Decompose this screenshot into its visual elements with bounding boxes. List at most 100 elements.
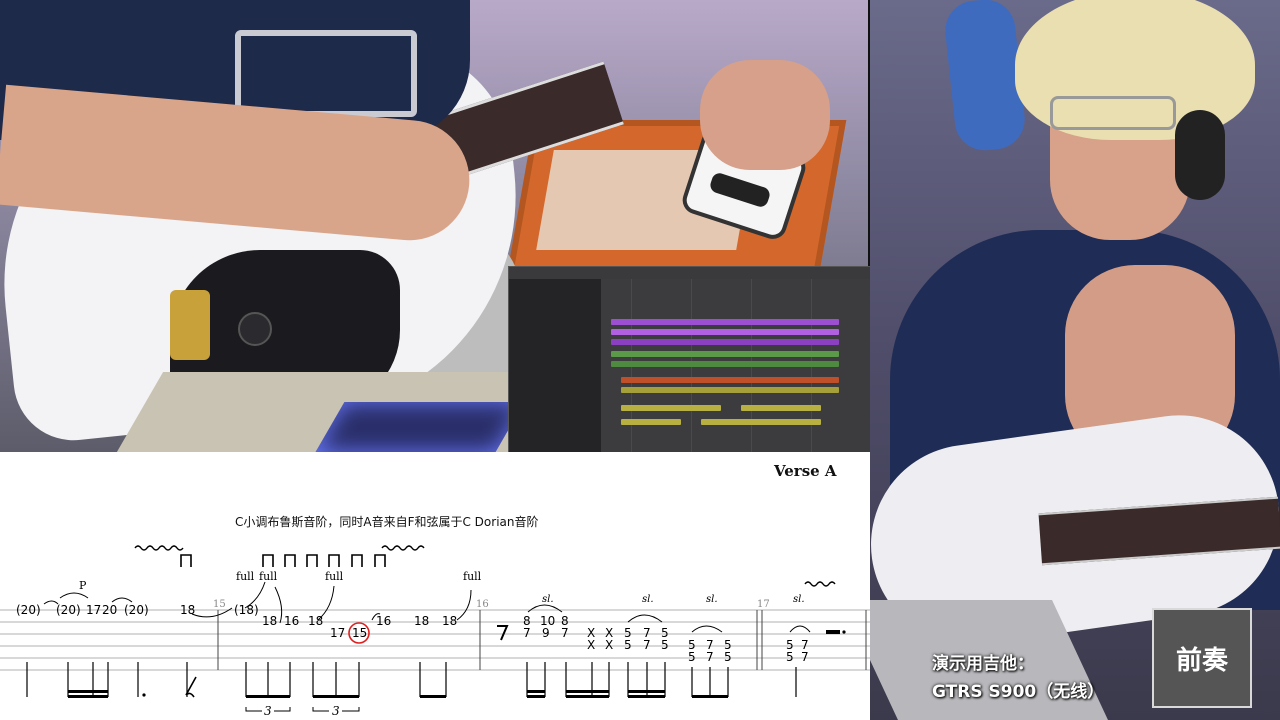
tab-staff: 15 16 17 full full full full P sl. sl. s… [0,545,870,718]
triplet-bracket [245,707,262,712]
daw-region [741,405,821,411]
measure-number: 17 [757,599,770,610]
fret: 20 [102,603,117,617]
flag [306,554,318,567]
fret: 18 [262,614,277,628]
tablature-panel: Verse A C小调布鲁斯音阶，同时A音来自F和弦属于C Dorian音阶 1… [0,452,870,720]
fret: 16 [376,614,391,628]
fret: 7 [801,650,809,664]
headset [1175,110,1225,200]
caption-line-1: 演示用吉他： [932,654,1034,674]
flag [262,554,274,567]
vibrato-mark [381,545,425,551]
glasses [1050,96,1176,130]
triplet-number: 3 [332,704,340,718]
guitar-bridge [170,290,210,360]
beam [566,690,609,693]
flag [351,554,363,567]
fret: 7 [643,638,651,652]
beam [628,690,665,693]
slur [627,614,663,623]
rest [826,630,840,634]
daw-region [701,419,821,425]
fret: 5 [624,638,632,652]
note-stems [26,662,797,697]
daw-toolbar [509,267,871,279]
bend-label: full [236,570,255,583]
slide-label: sl. [542,594,554,605]
fret: 16 [284,614,299,628]
fret: 5 [724,650,732,664]
bend-label: full [463,570,482,583]
beam [527,690,545,693]
beam [628,695,665,698]
slide-label: sl. [642,594,654,605]
flag [328,554,340,567]
slur [789,625,811,633]
triplet-bracket [274,707,291,712]
beam [68,695,108,698]
slur [527,604,563,613]
vibrato-mark [804,581,836,587]
daw-region [611,329,839,335]
beam [566,695,609,698]
flag [180,554,192,567]
guitar-knob [238,312,272,346]
fret: 18 [414,614,429,628]
fret: 18 [442,614,457,628]
daw-region [621,377,839,383]
rhythm-flags [180,554,386,567]
daw-region [621,387,839,393]
triplet-bracket [312,707,329,712]
slur [111,597,133,603]
fret: (20) [16,603,41,617]
dead-note: X [605,638,613,652]
daw-region [611,361,839,367]
shirt-print [235,30,417,117]
fret: 7 [706,650,714,664]
caption-line-2: GTRS S900（无线） [932,682,1105,702]
triplet-number: 3 [264,704,272,718]
beam [692,695,728,698]
fret: 5 [661,638,669,652]
beam [420,695,446,698]
fret: (18) [234,603,259,617]
beam [246,695,290,698]
keyboard-keys [315,402,525,452]
performer-hand [700,60,830,170]
bend-label: full [259,570,278,583]
fret: 5 [688,650,696,664]
bend-label: full [325,570,344,583]
eighth-rest [497,625,509,641]
flag [374,554,386,567]
slur [191,607,233,618]
guitar-caption: 演示用吉他： GTRS S900（无线） [932,650,1104,706]
dead-note: X [587,638,595,652]
fret-numbers: (20) (20) 17 20 (20) 18 (18) 18 16 18 18… [16,603,809,664]
triplet-brackets [245,707,360,712]
daw-region [621,419,681,425]
fret: 18 [308,614,323,628]
fret: (20) [56,603,81,617]
fret: 17 [330,626,345,640]
daw-region [611,339,839,345]
vibrato-mark [134,545,184,551]
dot [842,630,846,634]
beam [313,695,359,698]
measure-number: 15 [213,599,226,610]
daw-track-area [601,279,871,453]
fret: 17 [86,603,101,617]
bend-arrow [456,589,472,621]
fret-highlight: 15 [352,626,367,640]
slide-label: sl. [793,594,805,605]
daw-region [621,405,721,411]
pull-off-mark: P [79,579,87,592]
daw-region [611,351,839,357]
staff-lines [0,609,870,671]
triplet-bracket [342,707,360,712]
daw-screen [508,266,872,454]
fret: 7 [523,626,531,640]
daw-region [611,319,839,325]
beam [68,690,108,693]
dot [142,693,146,697]
